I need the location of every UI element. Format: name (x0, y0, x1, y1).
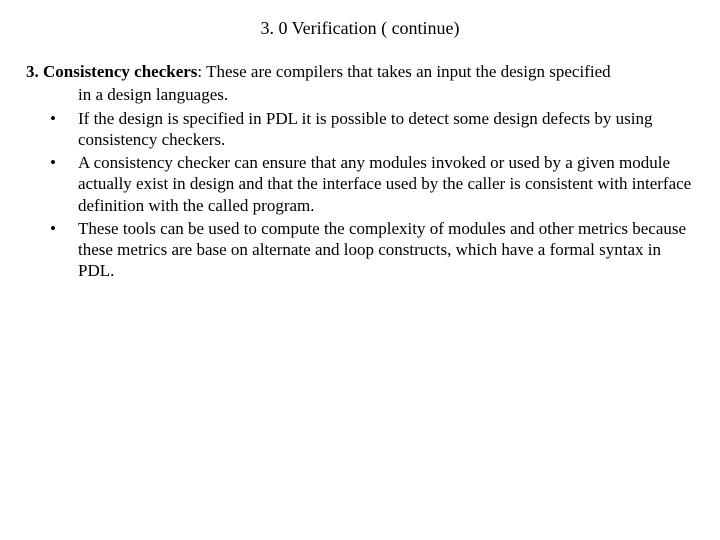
bullet-text: These tools can be used to compute the c… (78, 218, 694, 282)
bullet-text: If the design is specified in PDL it is … (78, 108, 694, 151)
bullet-list: • If the design is specified in PDL it i… (26, 108, 694, 282)
bullet-text: A consistency checker can ensure that an… (78, 152, 694, 216)
section-heading: 3. Consistency checkers: These are compi… (26, 61, 694, 82)
bullet-icon: • (26, 152, 78, 173)
list-item: • A consistency checker can ensure that … (26, 152, 694, 216)
section-heading-rest: : These are compilers that takes an inpu… (197, 62, 610, 81)
section-heading-lead: 3. Consistency checkers (26, 62, 197, 81)
slide-title: 3. 0 Verification ( continue) (26, 18, 694, 39)
list-item: • These tools can be used to compute the… (26, 218, 694, 282)
section-heading-continuation: in a design languages. (26, 84, 694, 105)
list-item: • If the design is specified in PDL it i… (26, 108, 694, 151)
bullet-icon: • (26, 218, 78, 239)
slide-content: 3. Consistency checkers: These are compi… (26, 61, 694, 282)
bullet-icon: • (26, 108, 78, 129)
